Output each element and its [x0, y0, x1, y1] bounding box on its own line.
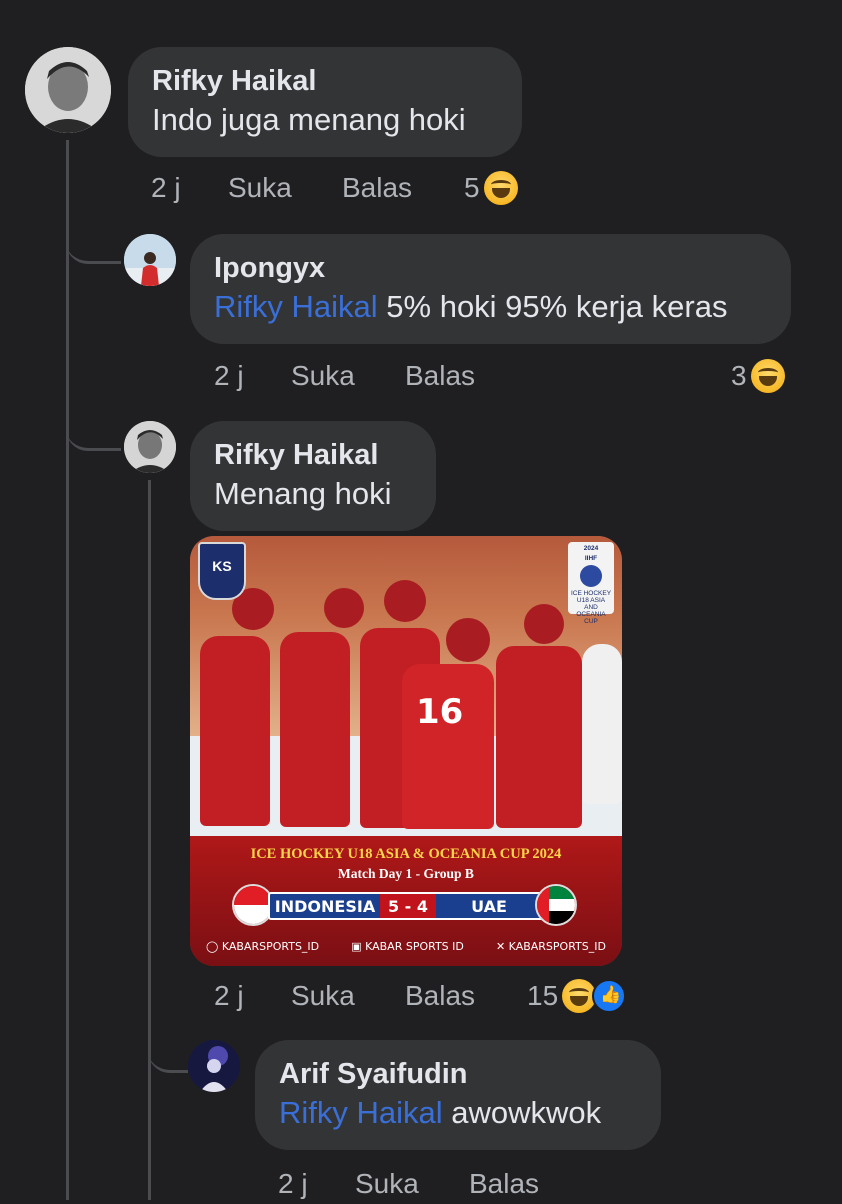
social-text: KABARSPORTS_ID	[221, 940, 320, 953]
comment-bubble: Rifky Haikal Indo juga menang hoki	[128, 47, 522, 157]
player	[496, 646, 582, 828]
player-helmet	[324, 588, 364, 628]
like-button[interactable]: Suka	[355, 1168, 469, 1200]
timestamp[interactable]: 2 j	[214, 360, 291, 392]
kabar-sports-logo: KS	[198, 542, 246, 600]
reply-button[interactable]: Balas	[405, 360, 731, 392]
social-footer: ◯ KABARSPORTS_ID ▣ KABAR SPORTS ID ✕ KAB…	[190, 940, 622, 953]
comment-bubble: Ipongyx Rifky Haikal 5% hoki 95% kerja k…	[190, 234, 791, 344]
timestamp[interactable]: 2 j	[278, 1168, 355, 1200]
comment-author[interactable]: Ipongyx	[214, 250, 767, 286]
mention-link[interactable]: Rifky Haikal	[279, 1095, 443, 1130]
laugh-emoji-icon[interactable]	[483, 171, 518, 205]
comment-text: Menang hoki	[214, 476, 392, 511]
reply-button[interactable]: Balas	[342, 172, 464, 204]
uae-flag-icon	[535, 884, 577, 926]
thread-connector	[66, 412, 121, 451]
player: 16	[402, 664, 494, 829]
instagram-handle: ◯ KABARSPORTS_ID	[206, 940, 320, 953]
player-helmet	[384, 580, 426, 622]
reply-button[interactable]: Balas	[405, 980, 527, 1012]
comment-image[interactable]: 16 KS 2024 IIHF ICE HOCKEY U18 ASIA AND …	[190, 536, 622, 966]
thread-connector	[148, 1040, 188, 1073]
avatar[interactable]	[124, 234, 176, 286]
avatar[interactable]	[25, 47, 111, 133]
player	[280, 632, 350, 827]
comment-actions: 2 j Suka Balas 15	[214, 976, 627, 1016]
comment-actions: 2 j Suka Balas	[278, 1164, 539, 1204]
thread-line-nested	[148, 480, 151, 1200]
comment-author[interactable]: Rifky Haikal	[152, 63, 498, 99]
avatar[interactable]	[188, 1040, 240, 1092]
reaction-count[interactable]: 5	[464, 172, 480, 204]
social-text: KABAR SPORTS ID	[365, 940, 464, 953]
mention-link[interactable]: Rifky Haikal	[214, 289, 378, 324]
social-text: KABARSPORTS_ID	[508, 940, 606, 953]
logo-text: KS	[212, 558, 232, 574]
logo-org: IIHF	[584, 555, 598, 562]
like-button[interactable]: Suka	[291, 980, 405, 1012]
laugh-emoji-icon[interactable]	[562, 979, 597, 1013]
thread-connector	[66, 225, 121, 264]
timestamp[interactable]: 2 j	[214, 980, 291, 1012]
like-button[interactable]: Suka	[228, 172, 342, 204]
facebook-handle: ▣ KABAR SPORTS ID	[351, 940, 464, 953]
logo-emblem	[580, 565, 602, 587]
player-helmet	[524, 604, 564, 644]
x-handle: ✕ KABARSPORTS_ID	[495, 940, 606, 953]
comment-author[interactable]: Arif Syaifudin	[279, 1056, 637, 1092]
reaction-count[interactable]: 15	[527, 980, 558, 1012]
thread-line-main	[66, 140, 69, 1200]
team-a: INDONESIA	[274, 896, 376, 916]
comment-body: Rifky Haikal 5% hoki 95% kerja keras	[214, 286, 767, 328]
score: 5 - 4	[380, 894, 436, 918]
timestamp[interactable]: 2 j	[151, 172, 228, 204]
like-emoji-icon[interactable]	[592, 979, 627, 1013]
avatar[interactable]	[124, 421, 176, 473]
player	[200, 636, 270, 826]
comment-text: awowkwok	[451, 1095, 602, 1130]
comment-bubble: Rifky Haikal Menang hoki	[190, 421, 436, 531]
comment-author[interactable]: Rifky Haikal	[214, 437, 412, 473]
comment-text: 5% hoki 95% kerja keras	[386, 289, 728, 324]
logo-text: ICE HOCKEY U18 ASIA AND OCEANIA CUP	[570, 590, 612, 625]
comment-actions: 2 j Suka Balas 3	[214, 356, 785, 396]
banner-subtitle: Match Day 1 - Group B	[338, 866, 474, 881]
comment-body: Rifky Haikal awowkwok	[279, 1092, 637, 1134]
player-helmet	[446, 618, 490, 662]
score-banner: ICE HOCKEY U18 ASIA & OCEANIA CUP 2024 M…	[190, 836, 622, 966]
team-b: UAE	[471, 896, 507, 916]
iihf-logo: 2024 IIHF ICE HOCKEY U18 ASIA AND OCEANI…	[568, 542, 614, 625]
jersey-number: 16	[416, 692, 464, 732]
like-button[interactable]: Suka	[291, 360, 405, 392]
reply-button[interactable]: Balas	[469, 1168, 539, 1200]
player	[582, 644, 622, 804]
score-bar: INDONESIA 5 - 4 UAE	[268, 892, 544, 920]
reaction-count[interactable]: 3	[731, 360, 747, 392]
comment-actions: 2 j Suka Balas 5	[151, 168, 518, 208]
logo-year: 2024	[583, 545, 599, 552]
comment-text: Indo juga menang hoki	[152, 102, 466, 137]
comment-bubble: Arif Syaifudin Rifky Haikal awowkwok	[255, 1040, 661, 1150]
banner-title: ICE HOCKEY U18 ASIA & OCEANIA CUP 2024	[250, 846, 562, 862]
laugh-emoji-icon[interactable]	[750, 359, 785, 393]
